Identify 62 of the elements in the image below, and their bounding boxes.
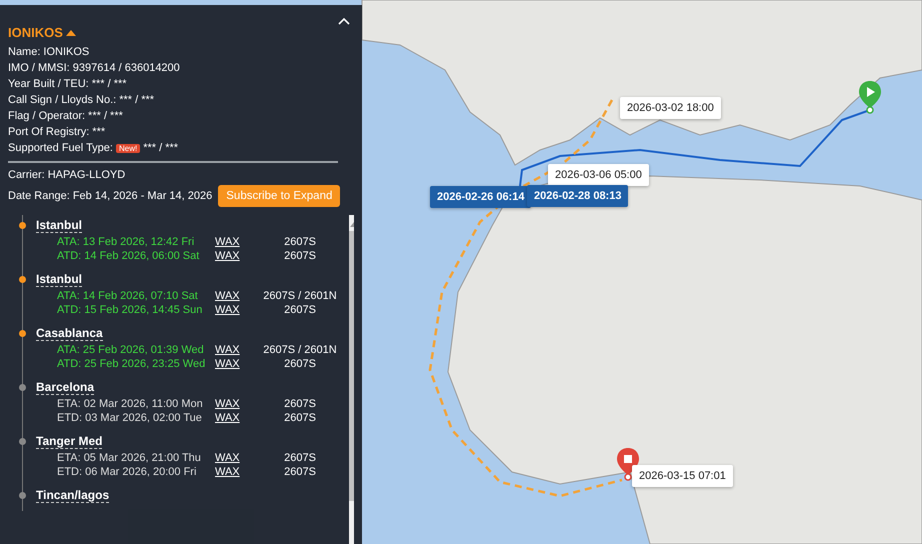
voyage-text: 2607S <box>283 236 317 248</box>
event-time: ATA: 25 Feb 2026, 01:39 Wed <box>57 344 205 356</box>
service-link[interactable]: WAX <box>215 412 255 424</box>
detail-label: Call Sign / Lloyds No.: <box>8 94 116 106</box>
detail-label: Year Built / TEU: <box>8 78 89 90</box>
event-time: ETD: 03 Mar 2026, 02:00 Tue <box>57 412 203 424</box>
event-time: ETD: 06 Mar 2026, 20:00 Fri <box>57 466 198 478</box>
detail-value: *** / *** <box>143 142 178 154</box>
date-label: 2026-03-06 05:00 <box>548 164 649 186</box>
voyage-text: 2607S <box>283 250 317 262</box>
date-label: 2026-02-28 08:13 <box>527 185 628 207</box>
port-link[interactable]: Tincan/lagos <box>36 488 110 502</box>
port-link[interactable]: Istanbul <box>36 218 82 232</box>
carrier-text: Carrier: HAPAG-LLOYD <box>8 169 126 181</box>
detail-value: 9397614 / 636014200 <box>72 62 180 74</box>
event-time: ATA: 13 Feb 2026, 12:42 Fri <box>57 236 196 248</box>
port-link[interactable]: Istanbul <box>36 272 82 286</box>
event-time: ATD: 15 Feb 2026, 14:45 Sun <box>57 304 204 316</box>
event-time: ETA: 02 Mar 2026, 11:00 Mon <box>57 398 204 410</box>
event-time: ETA: 05 Mar 2026, 21:00 Thu <box>57 452 202 464</box>
port-link[interactable]: Tanger Med <box>36 434 102 448</box>
service-link[interactable]: WAX <box>215 236 255 248</box>
date-label: 2026-02-26 06:14 <box>430 186 532 208</box>
voyage-text: 2607S <box>283 304 317 316</box>
service-link[interactable]: WAX <box>215 344 255 356</box>
port-link[interactable]: Barcelona <box>36 380 94 394</box>
new-badge: New! <box>116 144 140 152</box>
service-link[interactable]: WAX <box>215 358 255 370</box>
voyage-text: 2607S <box>283 412 317 424</box>
play-pin-icon[interactable] <box>858 80 882 114</box>
detail-label: Flag / Operator: <box>8 110 86 122</box>
detail-label: Name: <box>8 46 40 58</box>
detail-value: *** / *** <box>92 78 127 90</box>
voyage-text: 2607S / 2601N <box>262 290 338 302</box>
voyage-text: 2607S <box>283 358 317 370</box>
service-link[interactable]: WAX <box>215 466 255 478</box>
caret-icon[interactable] <box>66 29 76 36</box>
detail-value: *** / *** <box>88 110 123 122</box>
service-link[interactable]: WAX <box>215 452 255 464</box>
date-label: 2026-03-15 07:01 <box>632 465 733 487</box>
detail-value: IONIKOS <box>43 46 90 58</box>
voyage-text: 2607S / 2601N <box>262 344 338 356</box>
voyage-text: 2607S <box>283 452 317 464</box>
service-link[interactable]: WAX <box>215 304 255 316</box>
collapse-icon[interactable] <box>338 17 350 25</box>
detail-label: IMO / MMSI: <box>8 62 70 74</box>
detail-value: *** / *** <box>119 94 154 106</box>
date-range-text: Date Range: Feb 14, 2026 - Mar 14, 2026 <box>8 190 212 202</box>
detail-value: *** <box>92 126 106 138</box>
service-link[interactable]: WAX <box>215 250 255 262</box>
voyage-text: 2607S <box>283 466 317 478</box>
voyage-text: 2607S <box>283 398 317 410</box>
detail-label: Supported Fuel Type: <box>8 142 113 154</box>
event-time: ATD: 14 Feb 2026, 06:00 Sat <box>57 250 200 262</box>
port-link[interactable]: Casablanca <box>36 326 103 340</box>
service-link[interactable]: WAX <box>215 290 255 302</box>
service-link[interactable]: WAX <box>215 398 255 410</box>
event-time: ATD: 25 Feb 2026, 23:25 Wed <box>57 358 206 370</box>
vessel-name[interactable]: IONIKOS <box>8 25 63 40</box>
event-time: ATA: 14 Feb 2026, 07:10 Sat <box>57 290 199 302</box>
date-label: 2026-03-02 18:00 <box>620 97 721 119</box>
detail-label: Port Of Registry: <box>8 126 90 138</box>
